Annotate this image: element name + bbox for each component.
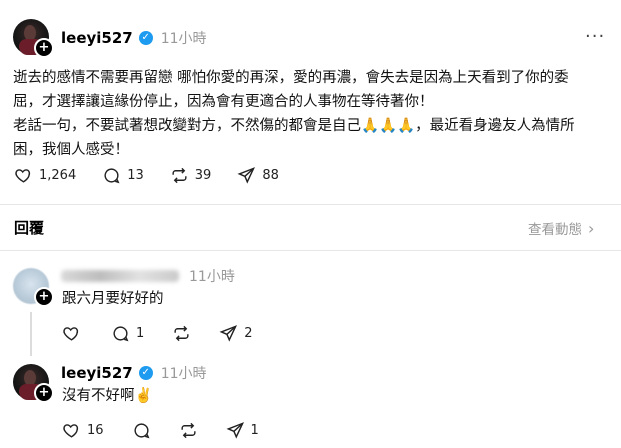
reply-username[interactable]: leeyi527	[61, 364, 133, 382]
more-options-icon[interactable]: ···	[585, 26, 605, 47]
reply-text: 跟六月要好好的	[62, 291, 164, 307]
post-text-line: 屈，才選擇讓這緣份停止，因為會有更適合的人事物在等待著你！	[13, 94, 434, 110]
repost-button[interactable]	[172, 324, 191, 343]
send-icon	[226, 422, 244, 439]
share-count: 1	[250, 423, 259, 438]
follow-plus-icon[interactable]: +	[34, 287, 54, 307]
comment-button[interactable]	[132, 421, 151, 440]
reply-text: 沒有不好啊✌️	[62, 388, 153, 404]
blurred-username	[61, 270, 179, 282]
verified-badge-icon: ✓	[138, 366, 153, 380]
replies-header: 回覆	[14, 219, 45, 237]
repost-icon	[181, 422, 196, 439]
send-icon	[219, 325, 238, 342]
comment-button[interactable]: 13	[102, 166, 144, 185]
comment-icon	[134, 423, 150, 439]
divider	[0, 250, 621, 251]
comment-icon	[104, 168, 120, 184]
heart-icon	[63, 327, 79, 341]
heart-icon	[63, 424, 79, 438]
post-body: 逝去的感情不需要再留戀 哪怕你愛的再深，愛的再濃，會失去是因為上天看到了你的委 …	[13, 66, 613, 162]
like-count: 16	[87, 423, 104, 438]
post-text-line: 困，我個人感受！	[13, 142, 129, 158]
follow-plus-icon[interactable]: +	[34, 383, 54, 403]
repost-button[interactable]	[179, 421, 198, 440]
divider	[0, 204, 621, 205]
post-text-line: 老話一句，不要試著想改變對方，不然傷的都會是自己🙏🙏🙏，最近看身邊友人為情所	[13, 118, 575, 134]
chevron-right-icon: ›	[588, 218, 595, 238]
reply-timestamp[interactable]: 11小時	[161, 363, 207, 383]
repost-button[interactable]: 39	[170, 166, 212, 185]
share-button[interactable]: 2	[219, 324, 253, 343]
like-button[interactable]: 1,264	[14, 166, 76, 185]
share-button[interactable]: 1	[226, 421, 259, 440]
repost-icon	[174, 325, 189, 342]
comment-button[interactable]: 1	[111, 324, 144, 343]
follow-plus-icon[interactable]: +	[34, 38, 54, 58]
heart-icon	[15, 169, 31, 183]
comment-count: 13	[127, 168, 144, 183]
comment-count: 1	[136, 326, 145, 341]
reply-timestamp[interactable]: 11小時	[189, 266, 235, 286]
repost-count: 39	[194, 168, 212, 183]
send-icon	[237, 167, 256, 184]
post-text-line: 逝去的感情不需要再留戀 哪怕你愛的再深，愛的再濃，會失去是因為上天看到了你的委	[13, 70, 569, 86]
post-username[interactable]: leeyi527	[61, 29, 133, 47]
comment-icon	[113, 326, 129, 342]
like-button[interactable]: 16	[62, 421, 104, 440]
verified-badge-icon: ✓	[138, 31, 153, 45]
share-count: 2	[244, 326, 253, 341]
view-activity-label: 查看動態	[528, 222, 582, 238]
share-count: 88	[262, 168, 279, 183]
share-button[interactable]: 88	[237, 166, 279, 185]
view-activity-link[interactable]: 查看動態 ›	[528, 218, 595, 239]
repost-icon	[172, 167, 187, 184]
like-button[interactable]	[62, 324, 81, 343]
like-count: 1,264	[39, 168, 77, 183]
post-timestamp[interactable]: 11小時	[161, 28, 207, 48]
thread-line	[30, 312, 32, 356]
